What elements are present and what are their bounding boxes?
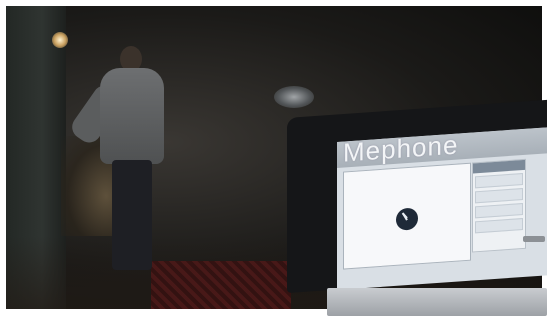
person-legs: [112, 160, 152, 270]
sidebar-item[interactable]: [475, 172, 523, 189]
sidebar-item[interactable]: [475, 217, 523, 234]
sidebar-item[interactable]: [475, 202, 523, 219]
dialog-message: [348, 178, 466, 186]
background-light: [274, 86, 314, 108]
sidebar-header: [473, 159, 525, 174]
clock-icon: [396, 207, 418, 231]
laptop-screen: Mephone: [337, 127, 547, 290]
wall-lamp: [52, 32, 68, 48]
sidebar-item[interactable]: [475, 187, 523, 204]
sidebar: [472, 158, 526, 253]
person-torso: [100, 68, 164, 164]
dialog-footer: [348, 244, 466, 252]
bezel-tab: [523, 236, 545, 242]
laptop-keyboard: [327, 288, 547, 316]
walking-person: [67, 44, 176, 274]
photo-frame: Mephone: [0, 0, 547, 316]
laptop: Mephone: [287, 99, 547, 316]
dialog: [343, 162, 471, 270]
